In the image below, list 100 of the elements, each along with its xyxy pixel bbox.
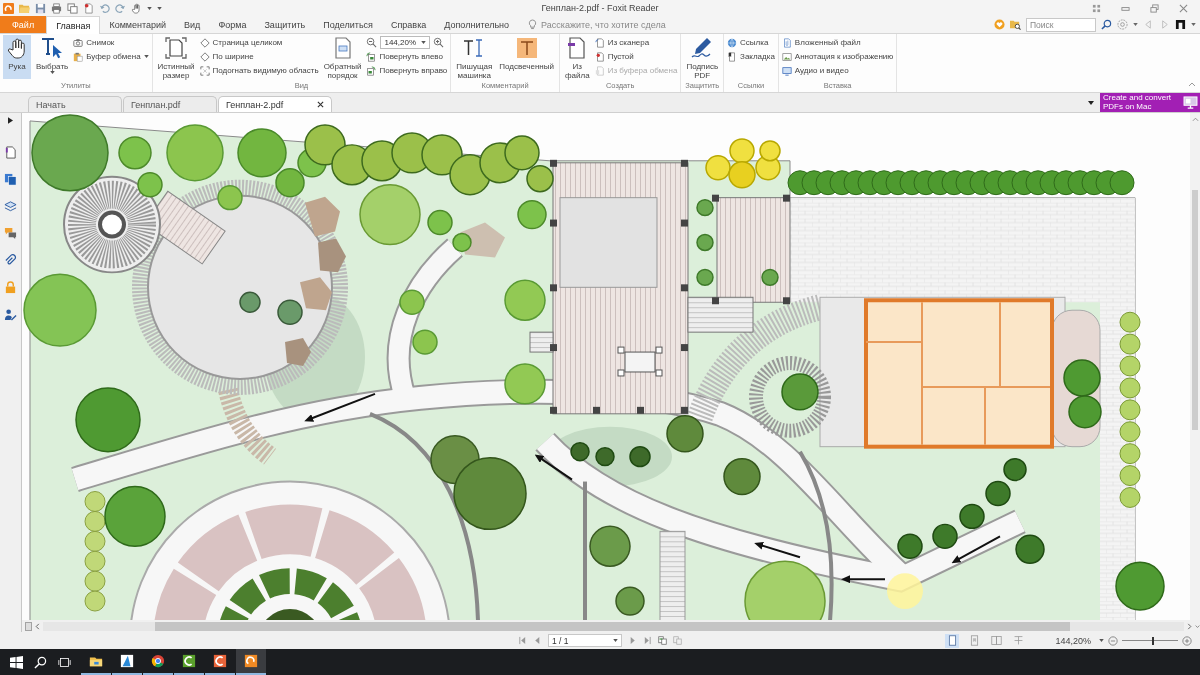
folder-search-icon[interactable] (1010, 19, 1021, 30)
split-handle-icon[interactable] (25, 621, 32, 631)
caret-icon[interactable] (421, 41, 427, 44)
document-tab[interactable]: Генплан.pdf (123, 96, 217, 112)
ribbon-button[interactable]: Ссылка (727, 36, 775, 49)
menu-tab[interactable]: Справка (382, 16, 436, 33)
menu-tab[interactable]: Дополнительно (435, 16, 519, 33)
monitor-icon (1183, 96, 1198, 109)
search-icon[interactable] (1101, 19, 1112, 30)
paperclip-icon[interactable] (4, 254, 17, 267)
ribbon-button[interactable]: Закладка (727, 50, 775, 63)
single-page-icon (946, 635, 958, 646)
ribbon-button[interactable]: Истинный размер (155, 35, 197, 81)
menu-tab[interactable]: Вид (175, 16, 210, 33)
collapse-ribbon-icon[interactable] (1188, 82, 1196, 87)
ribbon-button[interactable]: Аудио и видео (781, 64, 894, 77)
windows-logo-icon[interactable] (10, 655, 23, 669)
tricolor-circle-icon (151, 654, 165, 668)
scroll-left-icon[interactable] (35, 622, 40, 630)
zoom-dropdown[interactable]: 144,20% (1055, 635, 1104, 646)
ribbon-button[interactable]: Аннотация к изображению (781, 50, 894, 63)
heart-icon[interactable] (994, 19, 1005, 30)
highlighted-text-icon (514, 36, 539, 60)
slider-thumb[interactable] (1151, 636, 1154, 645)
ribbon-button[interactable]: Страница целиком (199, 36, 319, 49)
ribbon-button[interactable]: По ширине (199, 50, 319, 63)
undo-icon[interactable] (99, 2, 110, 14)
document-tab[interactable]: Генплан-2.pdf (218, 96, 332, 112)
rotate-right-icon (366, 65, 377, 76)
menu-tab[interactable]: Защитить (255, 16, 315, 33)
horizontal-scrollbar[interactable] (43, 621, 1184, 631)
dotted-circle-icon[interactable] (1117, 19, 1128, 30)
ribbon-button[interactable]: Пишущая машинка (454, 35, 495, 81)
page-transfer-icon[interactable] (658, 636, 667, 645)
new-page-icon[interactable] (83, 2, 94, 14)
first-page-icon[interactable] (518, 636, 527, 645)
view-mode-button[interactable] (989, 633, 1004, 648)
lightbulb-icon (528, 19, 538, 30)
lock-icon[interactable] (4, 281, 17, 294)
ribbon-button[interactable]: Повернуть влево (366, 50, 448, 63)
search-icon[interactable] (34, 655, 47, 669)
scrollbar-thumb[interactable] (1192, 190, 1198, 430)
scroll-right-icon[interactable] (1187, 622, 1192, 630)
grid-icon[interactable] (1092, 3, 1101, 13)
expand-arrow-icon[interactable] (8, 117, 13, 124)
page-number-field[interactable]: 1 / 1 (548, 634, 622, 647)
window-title: Генплан-2.pdf - Foxit Reader (541, 3, 659, 13)
page-icon (594, 37, 605, 48)
scroll-up-icon[interactable] (1191, 117, 1199, 122)
taskbar-button[interactable] (236, 649, 266, 675)
ribbon-button[interactable]: Из сканера (594, 36, 678, 49)
zoom-out-icon[interactable] (366, 37, 378, 48)
app-logo-icon[interactable] (3, 2, 14, 14)
ribbon-button[interactable]: Буфер обмена (73, 50, 149, 63)
ribbon-button[interactable]: Снимок (73, 36, 149, 49)
hand-icon[interactable] (131, 2, 142, 14)
redo-icon[interactable] (115, 2, 126, 14)
ribbon-button[interactable]: Подсвеченный (497, 35, 556, 79)
ribbon-button[interactable]: Обратный порядок (321, 35, 364, 81)
ribbon-button[interactable]: Подогнать видимую область (199, 64, 319, 77)
pages-icon[interactable] (4, 173, 17, 186)
next-page-icon[interactable] (628, 636, 637, 645)
page-icon[interactable] (4, 146, 17, 159)
save-icon[interactable] (35, 2, 46, 14)
menu-tab[interactable]: Форма (209, 16, 256, 33)
ribbon-button[interactable]: Выбрать (34, 35, 71, 79)
layers-icon[interactable] (4, 200, 17, 213)
menu-tab[interactable]: Главная (46, 16, 101, 34)
zoom-in-icon[interactable] (433, 37, 445, 48)
zoom-field[interactable]: 144,20% (380, 36, 431, 49)
promo-banner[interactable]: Create and convert PDFs on Mac (1100, 93, 1200, 112)
copy-icon[interactable] (67, 2, 78, 14)
account-icon[interactable] (1175, 19, 1186, 30)
ribbon-button[interactable]: Из файла (563, 35, 592, 81)
speech-bubbles-icon[interactable] (4, 227, 17, 240)
ribbon-button[interactable]: Вложенный файл (781, 36, 894, 49)
search-field[interactable]: Поиск (1026, 17, 1096, 32)
ribbon-button[interactable]: Пустой (594, 50, 678, 63)
c-shape-tile-icon (213, 654, 227, 668)
ribbon-button[interactable]: Подпись PDF (684, 35, 721, 81)
previous-page-icon[interactable] (533, 636, 542, 645)
menu-tab[interactable]: Поделиться (314, 16, 382, 33)
caret-icon[interactable] (1099, 639, 1104, 642)
tell-me-field[interactable]: Расскажите, что хотите сдела (537, 16, 696, 33)
zoom-in-icon[interactable] (1182, 635, 1192, 646)
close-icon[interactable] (317, 101, 324, 108)
ribbon-button[interactable]: Повернуть вправо (366, 64, 448, 77)
menu-tab[interactable]: Комментарий (100, 16, 176, 33)
restore-icon[interactable] (1150, 3, 1159, 13)
task-view-icon[interactable] (58, 655, 71, 669)
caret-icon[interactable] (613, 639, 618, 642)
document-tab[interactable]: Начать (28, 96, 122, 112)
view-mode-button[interactable] (945, 633, 960, 648)
ribbon-button[interactable]: Рука (3, 35, 31, 79)
scrollbar-thumb[interactable] (155, 621, 1070, 631)
caret-icon[interactable] (1088, 100, 1094, 105)
last-page-icon[interactable] (643, 636, 652, 645)
print-icon[interactable] (51, 2, 62, 14)
pen-person-icon[interactable] (4, 308, 17, 321)
triangle-tile-icon (120, 654, 134, 668)
